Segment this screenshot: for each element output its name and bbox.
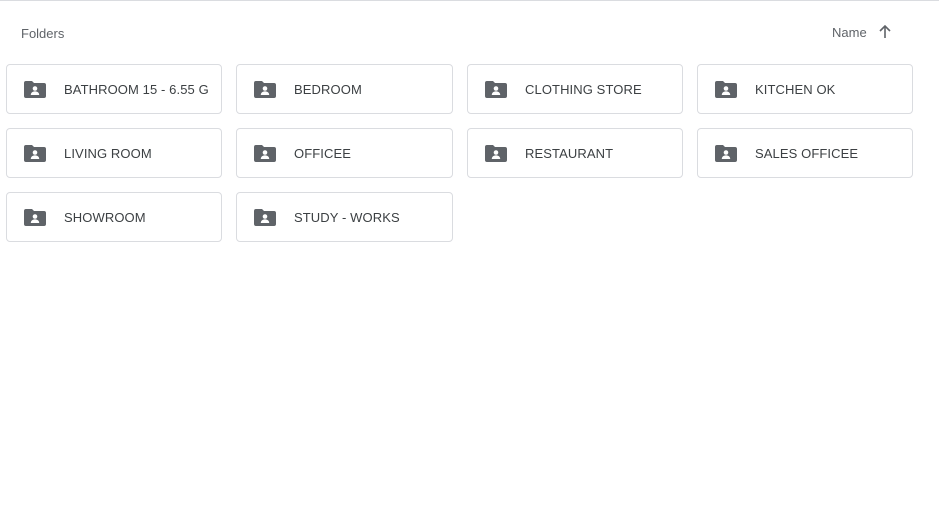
- folder-name: BATHROOM 15 - 6.55 G: [64, 81, 209, 97]
- shared-folder-icon: [254, 80, 276, 98]
- folder-item[interactable]: OFFICEE: [236, 128, 453, 178]
- shared-folder-icon: [24, 208, 46, 226]
- folder-name: BEDROOM: [294, 81, 362, 97]
- folder-name: LIVING ROOM: [64, 145, 152, 161]
- folder-item[interactable]: SALES OFFICEE: [697, 128, 913, 178]
- top-divider: [0, 0, 939, 2]
- folder-item[interactable]: KITCHEN OK: [697, 64, 913, 114]
- folder-name: SHOWROOM: [64, 209, 146, 225]
- folder-grid: BATHROOM 15 - 6.55 G BEDROOM CLOTHING ST…: [6, 64, 914, 242]
- section-title: Folders: [21, 26, 65, 41]
- shared-folder-icon: [715, 144, 737, 162]
- shared-folder-icon: [485, 144, 507, 162]
- shared-folder-icon: [24, 144, 46, 162]
- folder-name: SALES OFFICEE: [755, 145, 859, 161]
- folder-name: CLOTHING STORE: [525, 81, 642, 97]
- sort-label: Name: [832, 24, 867, 40]
- shared-folder-icon: [715, 80, 737, 98]
- folder-name: KITCHEN OK: [755, 81, 836, 97]
- shared-folder-icon: [24, 80, 46, 98]
- shared-folder-icon: [485, 80, 507, 98]
- folder-name: OFFICEE: [294, 145, 352, 161]
- folder-item[interactable]: CLOTHING STORE: [467, 64, 683, 114]
- folder-item[interactable]: STUDY - WORKS: [236, 192, 453, 242]
- folder-item[interactable]: SHOWROOM: [6, 192, 222, 242]
- arrow-up-icon[interactable]: [877, 24, 893, 40]
- folders-header: Folders Name: [0, 14, 939, 52]
- folder-name: RESTAURANT: [525, 145, 614, 161]
- folder-name: STUDY - WORKS: [294, 209, 400, 225]
- folder-item[interactable]: BATHROOM 15 - 6.55 G: [6, 64, 222, 114]
- shared-folder-icon: [254, 144, 276, 162]
- shared-folder-icon: [254, 208, 276, 226]
- folder-item[interactable]: RESTAURANT: [467, 128, 683, 178]
- sort-by-name-button[interactable]: Name: [824, 18, 901, 46]
- folder-item[interactable]: LIVING ROOM: [6, 128, 222, 178]
- folder-item[interactable]: BEDROOM: [236, 64, 453, 114]
